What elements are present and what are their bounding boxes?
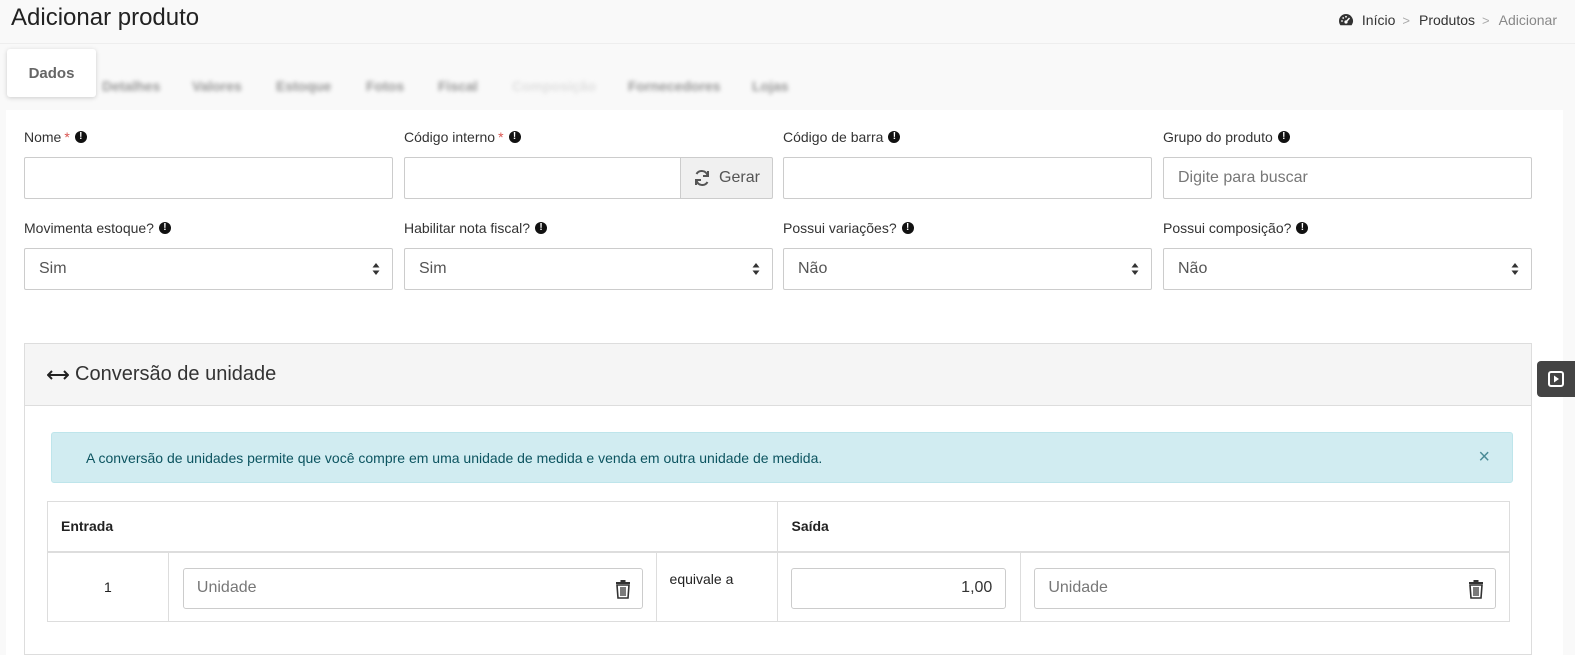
select-arrows-icon [1511,263,1519,275]
unit-in-cell: Unidade [167,551,657,622]
breadcrumb-separator: > [1402,12,1410,28]
tab-fiscal[interactable]: Fiscal [438,78,478,94]
arrows-horizontal-icon [47,369,69,380]
qty-out-input[interactable]: 1,00 [791,567,1007,609]
table-row: 1 Unidade equivale a 1,00 Unidade [47,551,1510,622]
select-arrows-icon [1131,263,1139,275]
required-mark: * [64,129,70,145]
select-arrows-icon [372,263,380,275]
entrada-header: Entrada [46,501,779,553]
unit-out-cell: Unidade [1020,551,1510,622]
nota-fiscal-label: Habilitar nota fiscal?! [404,220,548,236]
info-icon[interactable]: ! [74,131,87,143]
unit-in-input[interactable]: Unidade [182,567,643,609]
grupo-input[interactable]: Digite para buscar [1163,157,1532,199]
side-panel-toggle-button[interactable] [1537,361,1575,397]
required-mark: * [498,129,504,145]
equivale-cell: equivale a [655,551,779,622]
codigo-interno-label: Código interno *! [404,129,521,145]
tabs-bar: Dados Detalhes Valores Estoque Fotos Fis… [0,44,1575,110]
grupo-label: Grupo do produto! [1163,129,1290,145]
page-title: Adicionar produto [11,4,200,31]
tab-composicao: Composição [512,78,597,94]
info-icon[interactable]: ! [888,131,901,143]
breadcrumb-current: Adicionar [1498,12,1557,28]
dashboard-icon [1338,14,1353,26]
tab-dados[interactable]: Dados [7,49,96,97]
tab-fotos[interactable]: Fotos [366,78,404,94]
alert-text: A conversão de unidades permite que você… [86,449,823,466]
grupo-placeholder: Digite para buscar [1178,169,1308,186]
play-square-icon [1548,371,1564,387]
refresh-icon [695,170,710,186]
info-icon[interactable]: ! [901,222,914,234]
info-icon[interactable]: ! [1296,222,1309,234]
saida-header: Saída [777,501,1510,553]
tab-detalhes[interactable]: Detalhes [102,78,160,94]
nome-input[interactable] [24,157,393,199]
gerar-button[interactable]: Gerar [680,157,773,199]
composicao-label: Possui composição?! [1163,220,1309,236]
conversion-title: Conversão de unidade [75,363,277,385]
unit-out-input[interactable]: Unidade [1034,567,1496,609]
movimenta-estoque-select[interactable]: Sim [24,248,393,290]
tab-lojas[interactable]: Lojas [752,78,789,94]
breadcrumb-products-link[interactable]: Produtos [1419,12,1475,28]
info-icon[interactable]: ! [535,222,548,234]
tab-estoque[interactable]: Estoque [276,78,331,94]
qty-in-cell: 1 [47,551,169,622]
nome-label: Nome *! [24,129,87,145]
info-icon[interactable]: ! [508,131,521,143]
conversion-info-alert: A conversão de unidades permite que você… [51,432,1513,483]
variacoes-select[interactable]: Não [783,248,1152,290]
info-icon[interactable]: ! [1277,131,1290,143]
conversion-table: Entrada Saída 1 Unidade equivale a 1,00 [46,501,1510,622]
close-icon[interactable]: × [1478,447,1490,467]
trash-icon[interactable] [1467,579,1485,599]
breadcrumb-separator: > [1482,12,1490,28]
movimenta-estoque-label: Movimenta estoque?! [24,220,171,236]
gerar-label: Gerar [719,169,760,186]
breadcrumb: Início > Produtos > Adicionar [1338,12,1557,28]
info-icon[interactable]: ! [158,222,171,234]
variacoes-label: Possui variações?! [783,220,914,236]
composicao-select[interactable]: Não [1163,248,1532,290]
tab-fornecedores[interactable]: Fornecedores [628,78,721,94]
codigo-interno-input[interactable] [404,157,681,199]
qty-out-cell: 1,00 [777,551,1022,622]
conversion-panel: Conversão de unidade A conversão de unid… [24,343,1532,655]
trash-icon[interactable] [614,579,632,599]
nota-fiscal-select[interactable]: Sim [404,248,773,290]
codigo-barra-label: Código de barra! [783,129,901,145]
breadcrumb-home-link[interactable]: Início [1362,12,1395,28]
tab-valores[interactable]: Valores [192,78,242,94]
select-arrows-icon [752,263,760,275]
codigo-barra-input[interactable] [783,157,1152,199]
conversion-panel-header: Conversão de unidade [25,344,1531,406]
